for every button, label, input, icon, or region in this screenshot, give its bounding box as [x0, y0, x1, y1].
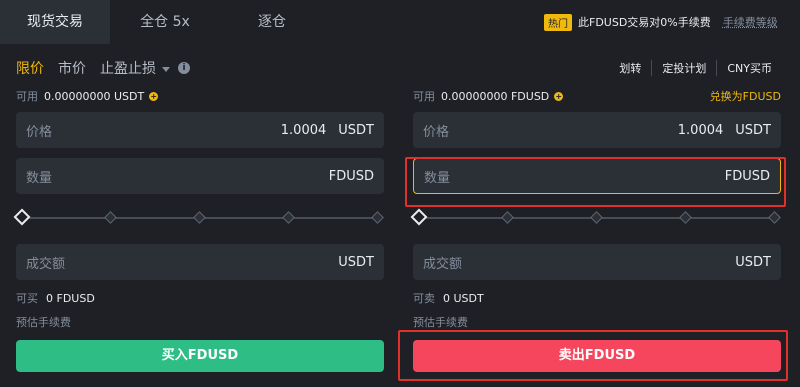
sell-amount-unit: FDUSD — [724, 168, 770, 184]
slider-mark-75[interactable] — [679, 211, 692, 224]
buy-price-label: 价格 — [26, 124, 53, 140]
buy-price-input[interactable]: 价格 1.0004 USDT — [16, 112, 384, 148]
tab-isolated-margin[interactable]: 逐仓 — [220, 0, 324, 44]
buy-available: 可用 0.00000000 USDT + — [16, 88, 384, 104]
buy-button[interactable]: 买入FDUSD — [16, 340, 384, 372]
promo-text[interactable]: 此FDUSD交易对0%手续费 — [578, 14, 711, 30]
sell-total-label: 成交额 — [423, 256, 463, 272]
slider-mark-50[interactable] — [590, 211, 603, 224]
quick-links: 划转 定投计划 CNY买币 — [609, 60, 782, 76]
buy-total-input[interactable]: 成交额 USDT — [16, 244, 384, 280]
sell-amount-label: 数量 — [424, 170, 451, 186]
slider-mark-50[interactable] — [193, 211, 206, 224]
slider-mark-100[interactable] — [371, 211, 384, 224]
buy-max-label: 可买 — [16, 292, 38, 305]
order-type-selector: 限价 市价 止盈止损 i — [16, 58, 190, 78]
cny-buy-link[interactable]: CNY买币 — [716, 60, 782, 76]
convert-link[interactable]: 兑换为FDUSD — [710, 88, 781, 104]
sell-total-unit: USDT — [735, 254, 771, 270]
slider-handle[interactable] — [13, 208, 31, 226]
sell-max-label: 可卖 — [413, 292, 435, 305]
sell-panel: 可用 0.00000000 FDUSD + 兑换为FDUSD 价格 1.0004… — [410, 88, 781, 372]
buy-max: 可买 0 FDUSD — [16, 290, 384, 306]
sell-price-input[interactable]: 价格 1.0004 USDT — [413, 112, 781, 148]
fee-level-link[interactable]: 手续费等级 — [723, 14, 778, 30]
slider-handle[interactable] — [410, 208, 428, 226]
buy-fee-estimate: 预估手续费 — [16, 316, 71, 329]
order-type-limit[interactable]: 限价 — [16, 58, 44, 78]
sell-available-label: 可用 — [413, 90, 435, 103]
slider-mark-100[interactable] — [768, 211, 781, 224]
slider-mark-75[interactable] — [282, 211, 295, 224]
sell-available: 可用 0.00000000 FDUSD + 兑换为FDUSD — [413, 88, 781, 104]
sell-price-label: 价格 — [423, 124, 450, 140]
sell-available-value: 0.00000000 FDUSD — [441, 89, 550, 103]
order-type-stop[interactable]: 止盈止损 — [100, 58, 170, 78]
auto-invest-link[interactable]: 定投计划 — [651, 60, 716, 76]
buy-amount-unit: FDUSD — [328, 168, 374, 184]
slider-mark-25[interactable] — [104, 211, 117, 224]
tab-spot[interactable]: 现货交易 — [0, 0, 110, 44]
buy-amount-label: 数量 — [26, 170, 53, 186]
sell-amount-input[interactable]: 数量 FDUSD — [413, 158, 781, 194]
buy-total-label: 成交额 — [26, 256, 66, 272]
sell-amount-slider[interactable] — [410, 208, 781, 228]
buy-amount-input[interactable]: 数量 FDUSD — [16, 158, 384, 194]
buy-panel: 可用 0.00000000 USDT + 价格 1.0004 USDT 数量 F… — [13, 88, 384, 372]
chevron-down-icon — [162, 66, 170, 72]
sell-max-value: 0 USDT — [443, 291, 484, 305]
order-type-market[interactable]: 市价 — [58, 58, 86, 78]
info-icon[interactable]: i — [178, 62, 190, 74]
tab-cross-margin[interactable]: 全仓 5x — [110, 0, 220, 44]
sell-total-input[interactable]: 成交额 USDT — [413, 244, 781, 280]
order-form: 限价 市价 止盈止损 i 划转 定投计划 CNY买币 可用 0.00000000… — [0, 44, 800, 387]
buy-total-unit: USDT — [338, 254, 374, 270]
buy-amount-slider[interactable] — [13, 208, 384, 228]
promo-banner: 热门 此FDUSD交易对0%手续费 手续费等级 — [544, 12, 778, 32]
order-type-stop-label: 止盈止损 — [100, 61, 156, 77]
buy-price-value: 1.0004 — [280, 122, 327, 138]
deposit-plus-icon[interactable]: + — [149, 91, 159, 101]
sell-price-value: 1.0004 — [677, 122, 724, 138]
slider-mark-25[interactable] — [501, 211, 514, 224]
sell-max: 可卖 0 USDT — [413, 290, 781, 306]
transfer-link[interactable]: 划转 — [609, 60, 651, 76]
buy-available-value: 0.00000000 USDT — [44, 89, 145, 103]
deposit-plus-icon[interactable]: + — [554, 91, 564, 101]
sell-fee-estimate: 预估手续费 — [413, 316, 468, 329]
buy-available-label: 可用 — [16, 90, 38, 103]
buy-max-value: 0 FDUSD — [46, 291, 95, 305]
sell-price-unit: USDT — [735, 122, 771, 138]
hot-badge: 热门 — [544, 13, 572, 31]
trade-mode-tabs: 现货交易 全仓 5x 逐仓 热门 此FDUSD交易对0%手续费 手续费等级 — [0, 0, 800, 44]
buy-price-unit: USDT — [338, 122, 374, 138]
sell-button[interactable]: 卖出FDUSD — [413, 340, 781, 372]
